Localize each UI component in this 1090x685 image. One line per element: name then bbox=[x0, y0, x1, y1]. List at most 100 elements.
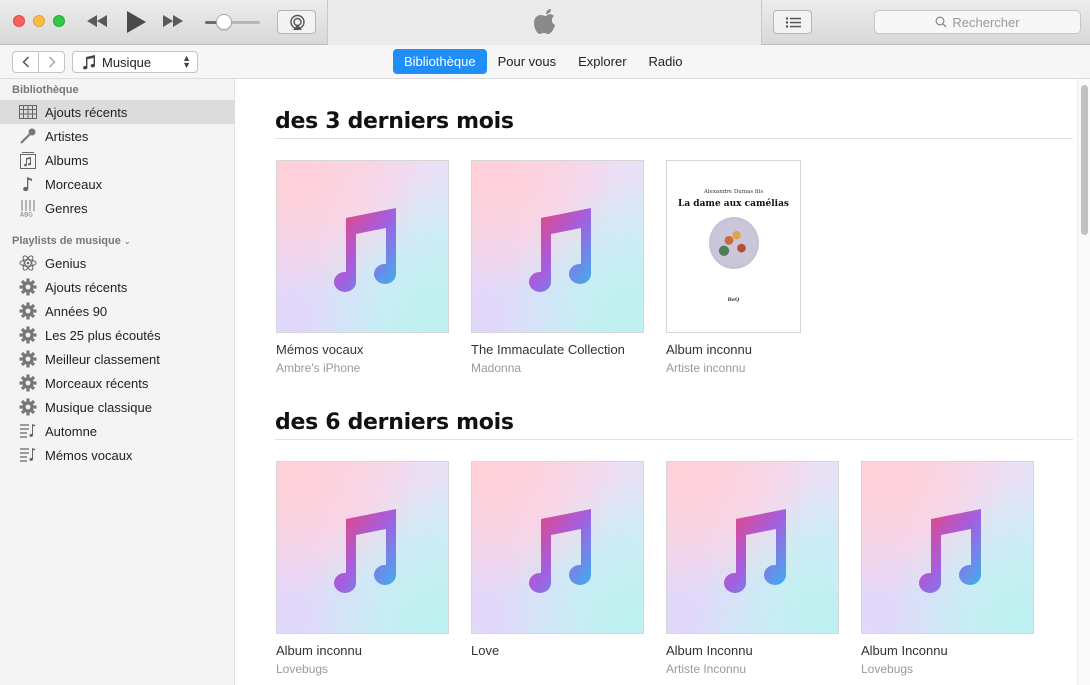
gear-icon bbox=[18, 325, 38, 345]
tab-pour-vous[interactable]: Pour vous bbox=[487, 49, 568, 74]
sidebar-item-label: Albums bbox=[45, 152, 89, 168]
up-next-list-button[interactable] bbox=[773, 10, 812, 34]
fast-forward-button[interactable] bbox=[162, 13, 184, 34]
playlists-section-label: Playlists de musique bbox=[12, 235, 121, 247]
sidebar-item-top-25[interactable]: Les 25 plus écoutés bbox=[0, 323, 235, 347]
sidebar-item-label: Mémos vocaux bbox=[45, 447, 133, 463]
sidebar-item-label: Artistes bbox=[45, 128, 89, 144]
cover-title: La dame aux camélias bbox=[678, 199, 789, 209]
sidebar-item-artistes[interactable]: Artistes bbox=[0, 124, 235, 148]
media-kind-label: Musique bbox=[102, 54, 152, 70]
sidebar-item-label: Morceaux récents bbox=[45, 375, 149, 391]
sidebar-item-musique-classique[interactable]: Musique classique bbox=[0, 395, 235, 419]
scrollbar-thumb[interactable] bbox=[1081, 85, 1088, 235]
tab-radio[interactable]: Radio bbox=[638, 49, 694, 74]
sidebar: Bibliothèque Ajouts récents Artistes Alb… bbox=[0, 79, 235, 685]
sidebar-item-memos-vocaux[interactable]: Mémos vocaux bbox=[0, 443, 235, 467]
sidebar-item-smart-ajouts-recents[interactable]: Ajouts récents bbox=[0, 275, 235, 299]
sidebar-item-label: Ajouts récents bbox=[45, 104, 128, 120]
album-title: Album inconnu bbox=[666, 342, 752, 357]
vertical-scrollbar[interactable] bbox=[1077, 79, 1090, 685]
album-card[interactable]: Album Inconnu Lovebugs bbox=[861, 461, 1034, 676]
sidebar-item-albums[interactable]: Albums bbox=[0, 148, 235, 172]
album-artwork[interactable] bbox=[861, 461, 1034, 634]
album-artist: Artiste inconnu bbox=[666, 361, 746, 375]
close-window-button[interactable] bbox=[13, 15, 25, 27]
fast-forward-icon bbox=[163, 15, 183, 27]
album-title: Album Inconnu bbox=[861, 643, 948, 658]
search-placeholder: Rechercher bbox=[952, 14, 1020, 30]
sidebar-item-annees-90[interactable]: Années 90 bbox=[0, 299, 235, 323]
genius-atom-icon bbox=[18, 253, 38, 273]
microphone-icon bbox=[18, 126, 38, 146]
media-kind-selector[interactable]: Musique ▲ ▼ bbox=[72, 51, 198, 73]
music-note-icon bbox=[529, 509, 591, 593]
cover-illustration bbox=[709, 217, 759, 269]
playlist-icon bbox=[18, 445, 38, 465]
tab-explorer[interactable]: Explorer bbox=[567, 49, 637, 74]
airplay-icon bbox=[290, 14, 305, 30]
album-artwork[interactable] bbox=[666, 461, 839, 634]
music-note-icon bbox=[919, 509, 981, 593]
volume-slider[interactable] bbox=[205, 21, 260, 24]
section-divider bbox=[275, 439, 1073, 440]
book-cover-artwork[interactable]: Alexandre Dumas fils La dame aux camélia… bbox=[666, 160, 801, 333]
album-icon bbox=[18, 150, 38, 170]
chevron-left-icon bbox=[21, 56, 29, 68]
music-note-icon bbox=[334, 509, 396, 593]
sidebar-item-morceaux[interactable]: Morceaux bbox=[0, 172, 235, 196]
maximize-window-button[interactable] bbox=[53, 15, 65, 27]
sidebar-item-ajouts-recents[interactable]: Ajouts récents bbox=[0, 100, 235, 124]
album-card[interactable]: Love bbox=[471, 461, 644, 662]
main-content: des 3 derniers mois Mémos vocaux Ambre's… bbox=[236, 79, 1090, 685]
lcd-display bbox=[327, 0, 762, 45]
album-artist: Madonna bbox=[471, 361, 522, 375]
album-card[interactable]: The Immaculate Collection Madonna bbox=[471, 160, 644, 375]
chevron-down-icon: ⌄ bbox=[123, 237, 131, 246]
album-artist: Lovebugs bbox=[276, 662, 329, 676]
minimize-window-button[interactable] bbox=[33, 15, 45, 27]
album-title: Mémos vocaux bbox=[276, 342, 364, 357]
search-field[interactable]: Rechercher bbox=[874, 10, 1081, 34]
album-title: Album inconnu bbox=[276, 643, 362, 658]
sidebar-item-label: Automne bbox=[45, 423, 98, 439]
music-note-icon bbox=[724, 509, 786, 593]
playlist-icon bbox=[18, 421, 38, 441]
album-artwork[interactable] bbox=[471, 160, 644, 333]
album-card[interactable]: Album inconnu Lovebugs bbox=[276, 461, 449, 676]
list-icon bbox=[785, 17, 801, 28]
sidebar-item-label: Genius bbox=[45, 255, 87, 271]
album-card[interactable]: Album Inconnu Artiste Inconnu bbox=[666, 461, 839, 676]
tab-bibliotheque[interactable]: Bibliothèque bbox=[393, 49, 487, 74]
album-artwork[interactable] bbox=[276, 160, 449, 333]
search-icon bbox=[935, 16, 947, 28]
apple-logo-icon bbox=[534, 9, 555, 34]
music-note-icon bbox=[529, 208, 591, 292]
section-title-6-months: des 6 derniers mois bbox=[275, 410, 514, 435]
grid-icon bbox=[18, 102, 38, 122]
sidebar-item-genres[interactable]: ABG Genres bbox=[0, 196, 235, 220]
sidebar-item-morceaux-recents[interactable]: Morceaux récents bbox=[0, 371, 235, 395]
play-icon bbox=[127, 11, 146, 33]
back-button[interactable] bbox=[13, 52, 39, 72]
music-note-icon bbox=[334, 208, 396, 292]
play-button[interactable] bbox=[125, 10, 147, 39]
forward-button[interactable] bbox=[39, 52, 64, 72]
rewind-button[interactable] bbox=[86, 13, 108, 34]
sidebar-item-meilleur-classement[interactable]: Meilleur classement bbox=[0, 347, 235, 371]
gear-icon bbox=[18, 349, 38, 369]
gear-icon bbox=[18, 373, 38, 393]
volume-knob[interactable] bbox=[216, 14, 233, 30]
gear-icon bbox=[18, 277, 38, 297]
album-artwork[interactable] bbox=[471, 461, 644, 634]
library-tabs: Bibliothèque Pour vous Explorer Radio bbox=[393, 49, 694, 74]
sidebar-item-genius[interactable]: Genius bbox=[0, 251, 235, 275]
airplay-button[interactable] bbox=[277, 10, 316, 34]
album-artwork[interactable] bbox=[276, 461, 449, 634]
svg-text:ABG: ABG bbox=[20, 212, 33, 218]
album-card[interactable]: Mémos vocaux Ambre's iPhone bbox=[276, 160, 449, 375]
gear-icon bbox=[18, 397, 38, 417]
sidebar-item-automne[interactable]: Automne bbox=[0, 419, 235, 443]
album-card[interactable]: Alexandre Dumas fils La dame aux camélia… bbox=[666, 160, 839, 375]
playlists-section-header[interactable]: Playlists de musique ⌄ bbox=[12, 235, 131, 247]
